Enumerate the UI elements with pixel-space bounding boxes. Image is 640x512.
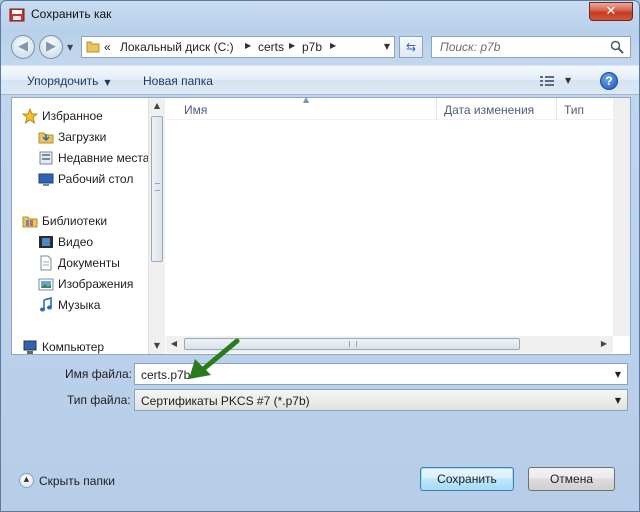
recent-places-icon	[38, 150, 54, 166]
address-bar[interactable]: « Локальный диск (C:) ▶ certs ▶ p7b ▶ ▼	[81, 36, 395, 58]
documents-icon	[38, 255, 54, 271]
breadcrumb-overflow[interactable]: «	[104, 40, 111, 54]
navigation-pane-scrollbar[interactable]: ▲ ▼	[148, 98, 165, 354]
save-as-dialog: Сохранить как ✕ ◀ ▶ ▼ « Локальный диск (…	[0, 0, 640, 512]
hide-folders-label: Скрыть папки	[39, 473, 115, 488]
view-dropdown-icon[interactable]: ▼	[565, 76, 571, 85]
breadcrumb-separator-icon[interactable]: ▶	[289, 41, 295, 50]
nav-item-pictures[interactable]: Изображения	[38, 276, 133, 294]
filename-label: Имя файла:	[65, 367, 132, 381]
star-icon	[21, 107, 39, 125]
computer-icon	[22, 339, 38, 354]
column-header-row: ▲ Имя Дата изменения Тип	[166, 95, 630, 120]
nav-item-video[interactable]: Видео	[38, 234, 93, 252]
new-folder-button[interactable]: Новая папка	[143, 74, 213, 88]
chevron-down-icon[interactable]: ▼	[615, 396, 621, 405]
filetype-label: Тип файла:	[67, 393, 131, 407]
chevron-down-icon[interactable]: ▼	[615, 370, 621, 379]
pictures-icon	[38, 276, 54, 292]
hide-folders-button[interactable]: ▲ Скрыть папки	[19, 473, 115, 489]
refresh-button[interactable]: ⇆	[399, 36, 423, 58]
breadcrumb-certs[interactable]: certs	[258, 40, 284, 54]
cancel-button[interactable]: Отмена	[528, 467, 615, 491]
column-name[interactable]: Имя	[184, 103, 207, 117]
music-icon	[38, 296, 54, 313]
column-type[interactable]: Тип	[564, 103, 584, 117]
scroll-up-icon[interactable]: ▲	[149, 98, 165, 114]
close-button[interactable]: ✕	[589, 2, 633, 21]
browser-panes: Избранное Загрузки Недавние места Рабочи…	[11, 95, 631, 355]
organize-label: Упорядочить	[27, 74, 99, 88]
scroll-right-icon[interactable]: ▶	[596, 336, 612, 352]
filetype-value: Сертификаты PKCS #7 (*.p7b)	[141, 394, 310, 408]
breadcrumb-separator-icon[interactable]: ▶	[245, 41, 251, 50]
nav-item-favorites[interactable]: Избранное	[21, 107, 103, 126]
help-button[interactable]: ?	[600, 72, 618, 90]
downloads-folder-icon	[38, 129, 54, 145]
search-icon	[610, 40, 624, 54]
filename-value: certs.p7b	[141, 368, 191, 382]
window-title: Сохранить как	[31, 7, 112, 21]
title-bar: Сохранить как ✕	[1, 1, 639, 29]
chevron-up-icon: ▲	[19, 473, 34, 489]
organize-menu-button[interactable]: Упорядочить ▼	[27, 74, 111, 88]
nav-item-desktop[interactable]: Рабочий стол	[38, 171, 133, 189]
filetype-select[interactable]: Сертификаты PKCS #7 (*.p7b) ▼	[134, 389, 628, 411]
nav-item-recent-places[interactable]: Недавние места	[38, 150, 149, 168]
file-list-pane[interactable]: ▲ Имя Дата изменения Тип ◀ ▶	[166, 95, 630, 354]
forward-arrow-icon: ▶	[46, 39, 56, 54]
refresh-icon: ⇆	[405, 40, 417, 54]
chevron-down-icon: ▼	[104, 78, 111, 87]
close-icon: ✕	[605, 4, 617, 19]
address-dropdown-icon[interactable]: ▼	[384, 42, 390, 51]
nav-item-documents[interactable]: Документы	[38, 255, 120, 273]
navigation-pane: Избранное Загрузки Недавние места Рабочи…	[12, 98, 152, 354]
command-toolbar: Упорядочить ▼ Новая папка ▼ ?	[1, 65, 639, 95]
sort-ascending-icon: ▲	[303, 95, 310, 104]
save-button[interactable]: Сохранить	[420, 467, 514, 491]
scroll-left-icon[interactable]: ◀	[166, 336, 182, 352]
recent-pages-dropdown-icon[interactable]: ▼	[67, 43, 73, 52]
scrollbar-thumb[interactable]	[151, 116, 163, 262]
breadcrumb-local-disk[interactable]: Локальный диск (C:)	[120, 40, 234, 54]
libraries-icon	[22, 213, 38, 229]
search-input[interactable]: Поиск: p7b	[431, 36, 631, 58]
nav-item-libraries[interactable]: Библиотеки	[22, 213, 107, 231]
nav-item-music[interactable]: Музыка	[38, 296, 100, 315]
view-options-icon[interactable]	[539, 74, 555, 88]
column-date-modified[interactable]: Дата изменения	[444, 103, 534, 117]
nav-item-computer[interactable]: Компьютер	[22, 339, 104, 354]
forward-button[interactable]: ▶	[39, 35, 63, 59]
save-dialog-icon	[9, 8, 25, 22]
search-placeholder: Поиск: p7b	[440, 40, 501, 54]
breadcrumb-separator-icon[interactable]: ▶	[330, 41, 336, 50]
scroll-down-icon[interactable]: ▼	[149, 338, 165, 354]
breadcrumb-p7b[interactable]: p7b	[302, 40, 322, 54]
nav-item-downloads[interactable]: Загрузки	[38, 129, 106, 147]
folder-icon	[86, 41, 100, 53]
back-arrow-icon: ◀	[18, 39, 28, 54]
annotation-arrow-icon	[189, 338, 240, 379]
file-list-vertical-scrollbar[interactable]	[613, 98, 630, 336]
navigation-bar: ◀ ▶ ▼ « Локальный диск (C:) ▶ certs ▶ p7…	[1, 31, 639, 63]
back-button[interactable]: ◀	[11, 35, 35, 59]
desktop-icon	[38, 171, 54, 187]
video-icon	[38, 234, 54, 250]
